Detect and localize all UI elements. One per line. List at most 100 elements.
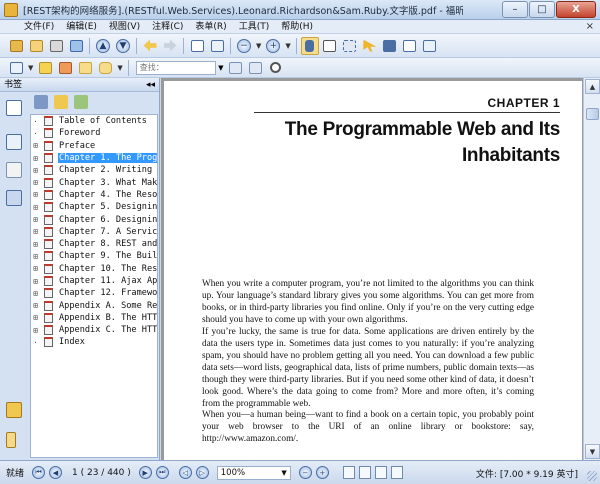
- expand-icon[interactable]: ⊞: [31, 252, 40, 261]
- chevron-down-icon[interactable]: ▼: [285, 42, 290, 50]
- chevron-down-icon[interactable]: ▼: [28, 64, 33, 72]
- bookmark-item[interactable]: ⊞ Chapter 3. What Makes RE: [31, 176, 157, 188]
- previous-page-button[interactable]: ▲: [94, 37, 112, 55]
- bookmark-item[interactable]: · Foreword: [31, 127, 157, 139]
- scroll-thumb[interactable]: [586, 108, 599, 120]
- expand-icon[interactable]: ⊞: [31, 240, 40, 249]
- bookmark-item[interactable]: ⊞ Chapter 8. REST and ROA: [31, 238, 157, 250]
- expand-icon[interactable]: ⊞: [31, 313, 40, 322]
- continuous-view-icon[interactable]: [358, 466, 371, 479]
- paperclip-icon[interactable]: [6, 432, 16, 448]
- hand-tool-button[interactable]: [300, 36, 319, 55]
- expand-icon[interactable]: ⊞: [31, 277, 40, 286]
- open-button[interactable]: [7, 37, 25, 55]
- page-number-input[interactable]: 1: [72, 468, 78, 478]
- expand-icon[interactable]: ⊞: [31, 301, 40, 310]
- last-page-button[interactable]: ⏭: [155, 466, 169, 479]
- continuous-facing-view-icon[interactable]: [390, 466, 403, 479]
- typewriter-button[interactable]: [381, 37, 399, 55]
- expand-icon[interactable]: ⊞: [31, 190, 40, 199]
- bookmark-item[interactable]: ⊞ Preface: [31, 140, 157, 152]
- find-input[interactable]: [135, 60, 216, 75]
- menu-form[interactable]: 表单(R): [189, 20, 232, 34]
- layers-tab-icon[interactable]: [6, 190, 22, 206]
- expand-icon[interactable]: ⊞: [31, 215, 40, 224]
- bookmark-item[interactable]: ⊞ Chapter 7. A Service Imple: [31, 226, 157, 238]
- menu-tools[interactable]: 工具(T): [233, 20, 276, 34]
- expand-icon[interactable]: ⊞: [31, 178, 40, 187]
- menu-comment[interactable]: 注释(C): [146, 20, 189, 34]
- zoom-out-status-button[interactable]: −: [298, 466, 312, 479]
- expand-icon[interactable]: ⊞: [31, 154, 40, 163]
- select-annotation-button[interactable]: [361, 37, 379, 55]
- scroll-up-button[interactable]: ▲: [585, 79, 600, 94]
- back-view-button[interactable]: ◁: [178, 466, 192, 479]
- maximize-button[interactable]: □: [529, 1, 555, 18]
- find-next-button[interactable]: [247, 59, 265, 77]
- minimize-button[interactable]: –: [502, 1, 528, 18]
- bookmark-item[interactable]: ⊞ Appendix C. The HTTP He: [31, 324, 157, 336]
- reflow-button[interactable]: [421, 37, 439, 55]
- expand-icon[interactable]: ⊞: [31, 264, 40, 273]
- zoom-select[interactable]: 100% ▼: [216, 465, 291, 480]
- bookmark-item[interactable]: ⊞ Chapter 5. Designing Read: [31, 201, 157, 213]
- previous-page-button[interactable]: ◀: [49, 466, 62, 479]
- email-button[interactable]: [67, 37, 85, 55]
- select-text-button[interactable]: [321, 37, 339, 55]
- bookmark-item[interactable]: ⊞ Chapter 2. Writing Web Se: [31, 164, 157, 176]
- back-button[interactable]: [141, 37, 159, 55]
- snapshot-button[interactable]: [341, 37, 359, 55]
- expand-icon[interactable]: ⊞: [31, 227, 40, 236]
- bookmark-item[interactable]: · Table of Contents: [31, 115, 157, 127]
- bookmark-properties-icon[interactable]: [74, 95, 88, 109]
- bookmark-item[interactable]: ⊞ Appendix B. The HTTP Re: [31, 312, 157, 324]
- eraser-button[interactable]: [56, 59, 74, 77]
- textbox-button[interactable]: [76, 59, 94, 77]
- bookmark-item[interactable]: ⊞ Chapter 4. The Resource-C: [31, 189, 157, 201]
- expand-icon[interactable]: ⊞: [31, 141, 40, 150]
- bookmark-item[interactable]: ⊞ Chapter 11. Ajax Applicatio: [31, 275, 157, 287]
- find-button[interactable]: [401, 37, 419, 55]
- find-dropdown[interactable]: ▼: [216, 61, 226, 75]
- document-close-icon[interactable]: ×: [586, 21, 594, 32]
- expand-icon[interactable]: ⊞: [31, 166, 40, 175]
- forward-button[interactable]: [161, 37, 179, 55]
- bookmark-item[interactable]: ⊞ Appendix A. Some Resource: [31, 299, 157, 311]
- search-button[interactable]: [267, 59, 285, 77]
- expand-icon[interactable]: ⊞: [31, 326, 40, 335]
- menu-help[interactable]: 帮助(H): [275, 20, 319, 34]
- bookmarks-tab-icon[interactable]: [6, 100, 22, 116]
- annotations-tab-icon[interactable]: [6, 162, 22, 178]
- next-page-button[interactable]: ▼: [114, 37, 132, 55]
- save-button[interactable]: [27, 37, 45, 55]
- facing-view-icon[interactable]: [374, 466, 387, 479]
- vertical-scrollbar[interactable]: ▲ ▼: [583, 78, 600, 460]
- zoom-in-button[interactable]: +: [264, 37, 282, 55]
- bookmark-item[interactable]: ⊞ Chapter 9. The Building Blo: [31, 250, 157, 262]
- print-button[interactable]: [47, 37, 65, 55]
- bookmark-item[interactable]: ⊞ Chapter 6. Designing Read: [31, 213, 157, 225]
- pages-tab-icon[interactable]: [6, 134, 22, 150]
- single-page-view-icon[interactable]: [342, 466, 355, 479]
- forward-view-button[interactable]: ▷: [195, 466, 209, 479]
- expand-icon[interactable]: ⊞: [31, 203, 40, 212]
- menu-edit[interactable]: 编辑(E): [60, 20, 103, 34]
- zoom-in-status-button[interactable]: +: [315, 466, 329, 479]
- delete-bookmark-icon[interactable]: [34, 95, 48, 109]
- close-button[interactable]: X: [556, 1, 596, 18]
- continuous-page-button[interactable]: [208, 37, 226, 55]
- bookmark-item[interactable]: ⊞ Chapter 1. The Programma: [31, 152, 157, 164]
- single-page-button[interactable]: [188, 37, 206, 55]
- bookmark-item[interactable]: ⊞ Chapter 12. Frameworks fo: [31, 287, 157, 299]
- chevron-down-icon[interactable]: ▼: [256, 42, 261, 50]
- add-bookmark-icon[interactable]: [54, 95, 68, 109]
- find-previous-button[interactable]: [227, 59, 245, 77]
- attachments-tab-icon[interactable]: [6, 402, 22, 418]
- chevron-down-icon[interactable]: ▼: [117, 64, 122, 72]
- first-page-button[interactable]: ⏮: [32, 466, 45, 479]
- bookmark-item[interactable]: · Index: [31, 336, 157, 348]
- menu-view[interactable]: 视图(V): [103, 20, 146, 34]
- next-page-button[interactable]: ▶: [138, 466, 152, 479]
- comment-button[interactable]: [96, 59, 114, 77]
- scroll-down-button[interactable]: ▼: [585, 444, 600, 459]
